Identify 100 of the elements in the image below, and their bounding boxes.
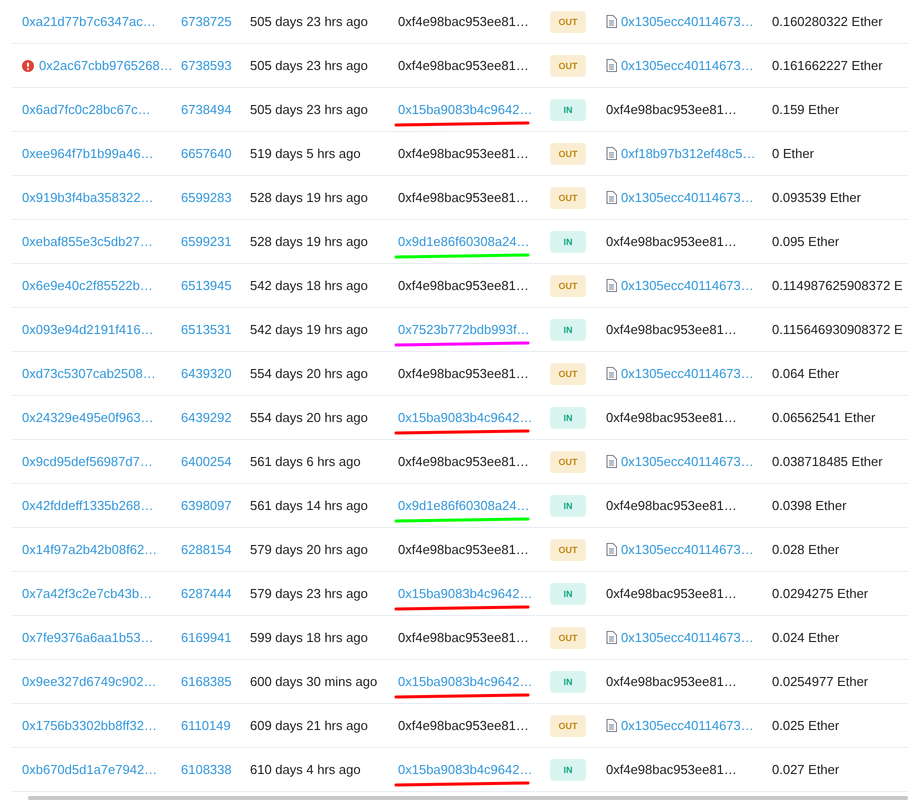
to-address-link[interactable]: 0xf18b97b312ef48c5… (621, 146, 756, 161)
block-number-link[interactable]: 6168385 (181, 674, 232, 689)
direction-badge: OUT (550, 538, 586, 560)
from-address-link[interactable]: 0x15ba9083b4c9642… (398, 674, 532, 689)
from-address-text: 0xf4e98bac953ee81… (398, 278, 529, 293)
to-address-text: 0xf4e98bac953ee81… (606, 102, 737, 117)
value-text: 0.0398 Ether (772, 498, 846, 513)
document-icon (606, 191, 617, 204)
block-number-link[interactable]: 6513945 (181, 278, 232, 293)
age-text: 519 days 5 hrs ago (250, 146, 361, 161)
from-address-link[interactable]: 0x15ba9083b4c9642… (398, 586, 532, 601)
direction-badge: IN (550, 406, 586, 428)
direction-badge: OUT (550, 54, 586, 76)
direction-badge: OUT (550, 714, 586, 736)
transaction-hash-link[interactable]: 0x42fddeff1335b268… (22, 498, 154, 513)
block-number-link[interactable]: 6513531 (181, 322, 232, 337)
to-address-text: 0xf4e98bac953ee81… (606, 586, 737, 601)
transaction-hash-link[interactable]: 0x1756b3302bb8ff32… (22, 718, 157, 733)
block-number-link[interactable]: 6439320 (181, 366, 232, 381)
value-text: 0.038718485 Ether (772, 454, 883, 469)
transaction-hash-link[interactable]: 0xee964f7b1b99a46… (22, 146, 154, 161)
transaction-hash-link[interactable]: 0x24329e495e0f963… (22, 410, 154, 425)
value-text: 0.095 Ether (772, 234, 840, 249)
block-number-link[interactable]: 6657640 (181, 146, 232, 161)
from-address-text: 0xf4e98bac953ee81… (398, 630, 529, 645)
block-number-link[interactable]: 6398097 (181, 498, 232, 513)
block-number-link[interactable]: 6738725 (181, 14, 232, 29)
transaction-hash-link[interactable]: 0x093e94d2191f416… (22, 322, 154, 337)
horizontal-scrollbar[interactable] (28, 796, 908, 800)
transaction-hash-link[interactable]: 0xb670d5d1a7e7942… (22, 762, 158, 777)
transaction-hash-link[interactable]: 0xd73c5307cab2508… (22, 366, 156, 381)
from-address-link[interactable]: 0x15ba9083b4c9642… (398, 410, 532, 425)
age-text: 579 days 23 hrs ago (250, 586, 368, 601)
direction-badge: OUT (550, 10, 586, 32)
direction-badge: IN (550, 230, 586, 252)
from-address-link[interactable]: 0x7523b772bdb993f… (398, 322, 530, 337)
transaction-hash-link[interactable]: 0x14f97a2b42b08f62… (22, 542, 158, 557)
to-address-link[interactable]: 0x1305ecc40114673… (621, 14, 754, 29)
from-address-text: 0xf4e98bac953ee81… (398, 454, 529, 469)
to-address-link[interactable]: 0x1305ecc40114673… (621, 366, 754, 381)
from-address-link[interactable]: 0x9d1e86f60308a24… (398, 234, 530, 249)
block-number-link[interactable]: 6108338 (181, 762, 232, 777)
from-address-text: 0xf4e98bac953ee81… (398, 718, 529, 733)
block-number-link[interactable]: 6738593 (181, 58, 232, 73)
direction-badge: OUT (550, 186, 586, 208)
block-number-link[interactable]: 6110149 (181, 718, 231, 733)
block-number-link[interactable]: 6599283 (181, 190, 232, 205)
direction-badge: IN (550, 98, 586, 120)
block-number-link[interactable]: 6738494 (181, 102, 232, 117)
value-text: 0.160280322 Ether (772, 14, 883, 29)
age-text: 505 days 23 hrs ago (250, 14, 368, 29)
value-text: 0 Ether (772, 146, 814, 161)
block-number-link[interactable]: 6599231 (181, 234, 232, 249)
document-icon (606, 543, 617, 556)
document-icon (606, 147, 617, 160)
to-address-link[interactable]: 0x1305ecc40114673… (621, 190, 754, 205)
value-text: 0.027 Ether (772, 762, 840, 777)
transaction-hash-link[interactable]: 0x7a42f3c2e7cb43b… (22, 586, 152, 601)
transaction-hash-link[interactable]: 0xebaf855e3c5db27… (22, 234, 153, 249)
document-icon (606, 279, 617, 292)
to-address-text: 0xf4e98bac953ee81… (606, 322, 737, 337)
to-address-link[interactable]: 0x1305ecc40114673… (621, 278, 754, 293)
transaction-hash-link[interactable]: 0x2ac67cbb9765268… (39, 58, 173, 73)
to-address-link[interactable]: 0x1305ecc40114673… (621, 542, 754, 557)
block-number-link[interactable]: 6288154 (181, 542, 232, 557)
age-text: 528 days 19 hrs ago (250, 190, 368, 205)
block-number-link[interactable]: 6287444 (181, 586, 232, 601)
to-address-link[interactable]: 0x1305ecc40114673… (621, 454, 754, 469)
transaction-hash-link[interactable]: 0x7fe9376a6aa1b53… (22, 630, 154, 645)
value-text: 0.115646930908372 E (772, 322, 903, 337)
direction-badge: IN (550, 582, 586, 604)
transaction-hash-link[interactable]: 0x6e9e40c2f85522b… (22, 278, 153, 293)
transaction-hash-link[interactable]: 0x9cd95def56987d7… (22, 454, 153, 469)
document-icon (606, 367, 617, 380)
to-address-link[interactable]: 0x1305ecc40114673… (621, 718, 754, 733)
to-address-text: 0xf4e98bac953ee81… (606, 762, 737, 777)
value-text: 0.0254977 Ether (772, 674, 868, 689)
to-address-link[interactable]: 0x1305ecc40114673… (621, 58, 754, 73)
age-text: 542 days 18 hrs ago (250, 278, 368, 293)
to-address-link[interactable]: 0x1305ecc40114673… (621, 630, 754, 645)
to-address-text: 0xf4e98bac953ee81… (606, 674, 737, 689)
document-icon (606, 15, 617, 28)
age-text: 609 days 21 hrs ago (250, 718, 368, 733)
age-text: 554 days 20 hrs ago (250, 410, 368, 425)
transaction-hash-link[interactable]: 0x9ee327d6749c902… (22, 674, 156, 689)
from-address-link[interactable]: 0x9d1e86f60308a24… (398, 498, 530, 513)
transaction-hash-link[interactable]: 0x919b3f4ba358322… (22, 190, 154, 205)
transaction-hash-link[interactable]: 0x6ad7fc0c28bc67c… (22, 102, 151, 117)
block-number-link[interactable]: 6169941 (181, 630, 232, 645)
value-text: 0.06562541 Ether (772, 410, 876, 425)
document-icon (606, 59, 617, 72)
age-text: 505 days 23 hrs ago (250, 58, 368, 73)
transaction-hash-link[interactable]: 0xa21d77b7c6347ac… (22, 14, 156, 29)
from-address-link[interactable]: 0x15ba9083b4c9642… (398, 102, 532, 117)
direction-badge: IN (550, 318, 586, 340)
block-number-link[interactable]: 6439292 (181, 410, 232, 425)
to-address-text: 0xf4e98bac953ee81… (606, 498, 737, 513)
block-number-link[interactable]: 6400254 (181, 454, 232, 469)
value-text: 0.024 Ether (772, 630, 840, 645)
from-address-link[interactable]: 0x15ba9083b4c9642… (398, 762, 532, 777)
